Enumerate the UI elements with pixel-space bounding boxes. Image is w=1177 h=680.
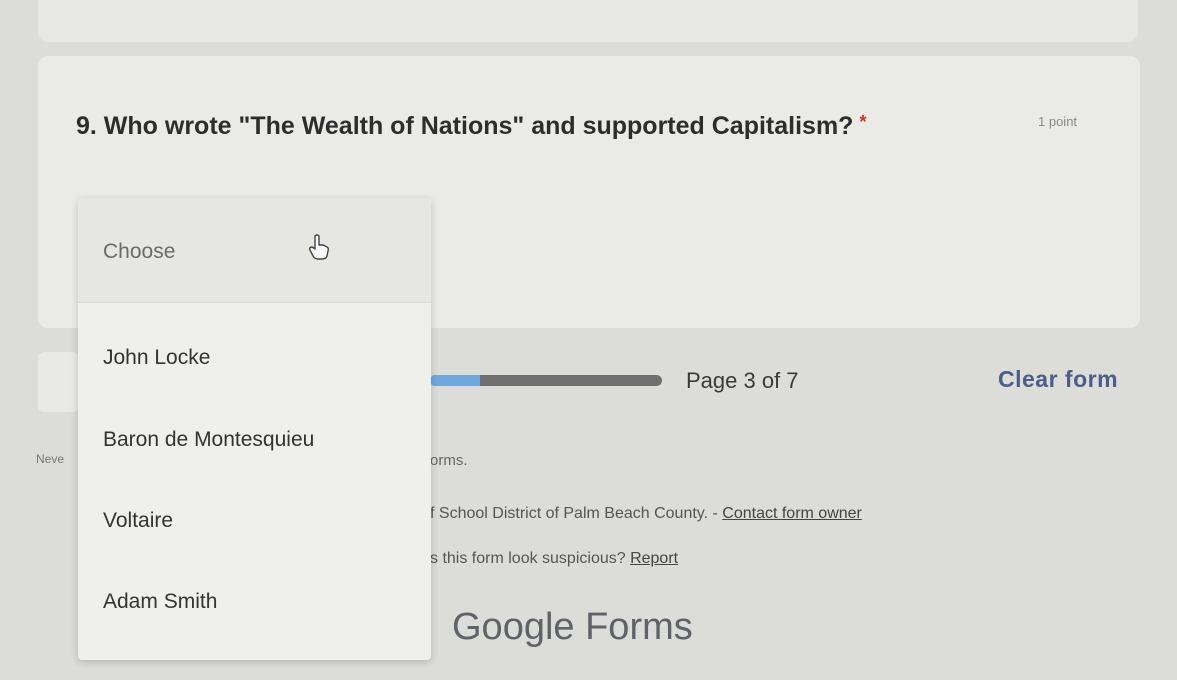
google-forms-logo: Google Forms [452, 606, 693, 648]
required-asterisk: * [859, 112, 867, 132]
option-label: Baron de Montesquieu [103, 428, 315, 451]
answer-dropdown-menu[interactable]: Choose John Locke Baron de Montesquieu V… [78, 198, 431, 660]
dropdown-option-voltaire[interactable]: Voltaire [78, 493, 431, 553]
previous-question-card [38, 0, 1138, 42]
option-label: Voltaire [103, 509, 174, 532]
question-points: 1 point [1038, 114, 1078, 129]
dropdown-option-john-locke[interactable]: John Locke [78, 330, 431, 390]
question-text: 9. Who wrote "The Wealth of Nations" and… [76, 112, 854, 140]
suspicious-text: s this form look suspicious? [430, 550, 631, 567]
page-indicator: Page 3 of 7 [686, 368, 799, 393]
dropdown-option-baron-de-montesquieu[interactable]: Baron de Montesquieu [78, 412, 431, 472]
dropdown-placeholder-text: Choose [103, 240, 176, 263]
forms-disclaimer-text: orms. [430, 452, 468, 469]
never-submit-text: Neve [36, 452, 65, 466]
contact-owner-link[interactable]: Contact form owner [722, 505, 862, 522]
clear-form-button[interactable]: Clear form [998, 366, 1118, 393]
dropdown-selected-placeholder[interactable]: Choose [78, 198, 431, 303]
back-button[interactable] [38, 352, 78, 412]
progress-fill [430, 375, 480, 386]
progress-bar [430, 375, 662, 386]
option-label: Adam Smith [103, 590, 218, 613]
dropdown-option-adam-smith[interactable]: Adam Smith [78, 574, 431, 634]
report-link[interactable]: Report [630, 550, 678, 567]
hand-pointer-icon [308, 234, 330, 260]
suspicious-line: s this form look suspicious? Report [430, 550, 678, 568]
question-title: 9. Who wrote "The Wealth of Nations" and… [76, 112, 866, 141]
owner-line: f School District of Palm Beach County. … [430, 505, 862, 523]
owner-text: f School District of Palm Beach County. … [430, 505, 723, 522]
option-label: John Locke [103, 346, 211, 369]
